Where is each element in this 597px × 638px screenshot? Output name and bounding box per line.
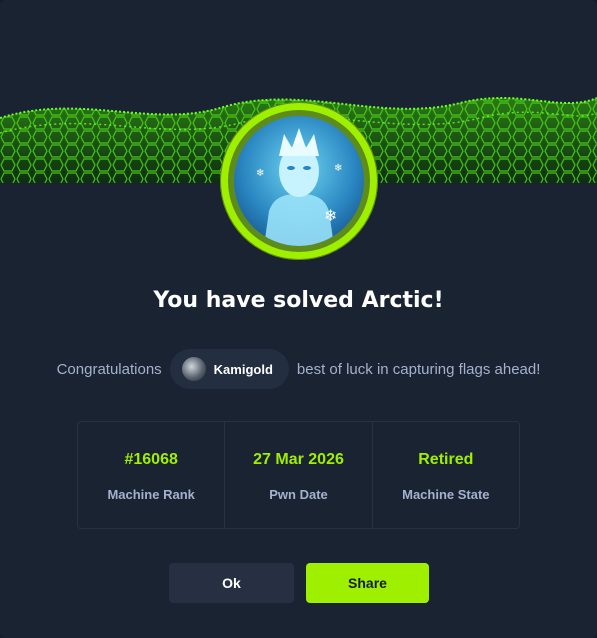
stat-value: Retired — [418, 451, 474, 468]
congrats-prefix: Congratulations — [56, 360, 162, 378]
congrats-row: Congratulations Kamigold best of luck in… — [0, 349, 597, 389]
user-name: Kamigold — [213, 361, 273, 377]
stat-label: Machine Rank — [107, 487, 195, 502]
solved-modal: ❄ ❄ ❄ ❄ You have solved Arctic! Congratu… — [0, 0, 597, 638]
stat-machine-state: Retired Machine State — [373, 422, 519, 528]
user-avatar — [181, 357, 206, 381]
share-button[interactable]: Share — [306, 563, 429, 603]
ok-button[interactable]: Ok — [169, 563, 294, 603]
stat-pwn-date: 27 Mar 2026 Pwn Date — [225, 422, 373, 528]
stat-label: Pwn Date — [269, 487, 328, 502]
ice-king-icon: ❄ ❄ ❄ ❄ — [234, 116, 364, 246]
user-chip[interactable]: Kamigold — [169, 349, 289, 389]
svg-text:❄: ❄ — [324, 206, 337, 225]
svg-text:❄: ❄ — [294, 136, 302, 147]
solved-title: You have solved Arctic! — [153, 288, 444, 313]
stat-value: #16068 — [124, 451, 178, 468]
machine-avatar: ❄ ❄ ❄ ❄ — [220, 102, 378, 260]
congrats-suffix: best of luck in capturing flags ahead! — [296, 360, 541, 378]
svg-text:❄: ❄ — [334, 163, 342, 174]
stat-machine-rank: #16068 Machine Rank — [78, 422, 226, 528]
svg-text:❄: ❄ — [256, 168, 264, 179]
stat-value: 27 Mar 2026 — [253, 451, 344, 468]
stats-panel: #16068 Machine Rank 27 Mar 2026 Pwn Date… — [77, 421, 520, 529]
stat-label: Machine State — [402, 487, 490, 502]
